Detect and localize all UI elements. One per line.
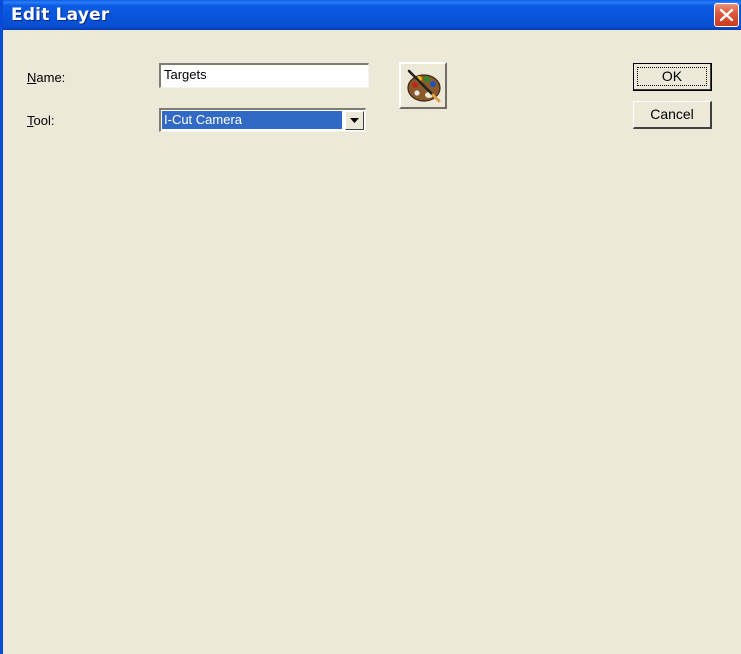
cancel-button[interactable]: Cancel — [633, 101, 712, 129]
tool-label-text: ool: — [33, 113, 55, 128]
tool-dropdown[interactable]: I-Cut Camera — [159, 108, 366, 132]
name-label: Name: — [27, 70, 65, 85]
edit-layer-dialog: Edit Layer Name: Targets Tool: I-Cut Cam… — [0, 0, 741, 654]
focus-rectangle — [637, 67, 707, 86]
ok-button[interactable]: OK — [633, 63, 712, 91]
name-label-text: ame: — [36, 70, 66, 85]
tool-label: Tool: — [27, 113, 54, 128]
chevron-down-icon — [350, 118, 359, 123]
name-label-hotkey: N — [27, 70, 37, 85]
title-bar[interactable]: Edit Layer — [3, 0, 741, 30]
tool-selected-value[interactable]: I-Cut Camera — [162, 111, 342, 129]
color-palette-button[interactable] — [399, 62, 447, 109]
close-button[interactable] — [714, 3, 739, 27]
close-icon — [719, 8, 734, 22]
cancel-button-label: Cancel — [650, 106, 694, 122]
window-title: Edit Layer — [11, 5, 110, 25]
dropdown-arrow-button[interactable] — [345, 111, 364, 130]
name-input[interactable]: Targets — [159, 63, 369, 88]
color-palette-icon — [407, 69, 441, 103]
